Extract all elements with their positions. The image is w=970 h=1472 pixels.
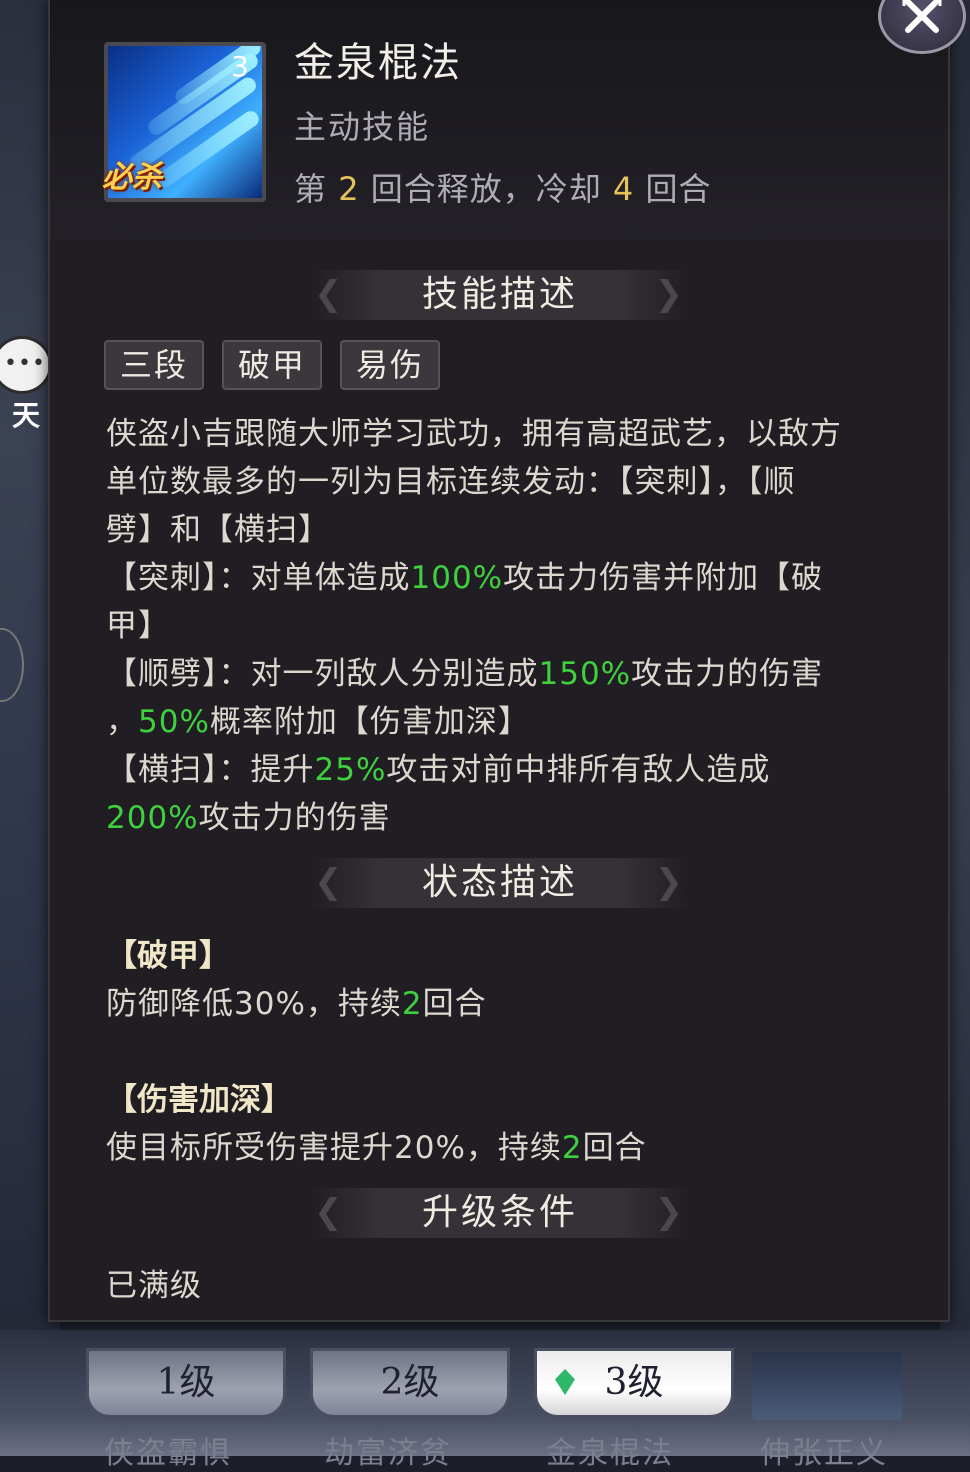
description-line: 200%攻击力的伤害 xyxy=(106,800,391,836)
ornament-right-icon: ❯ xyxy=(654,1192,686,1232)
section-header-upgrade: ❮ 升级条件 ❯ xyxy=(310,1188,690,1238)
close-icon xyxy=(902,0,942,33)
status-text: 防御降低30%，持续2回合 xyxy=(106,986,487,1022)
skill-cast-info: 第 2 回合释放，冷却 4 回合 xyxy=(294,170,712,208)
ornament-left-icon: ❮ xyxy=(314,862,346,902)
description-line: ，50%概率附加【伤害加深】 xyxy=(106,704,530,740)
tab-skill-name: 金泉棍法 xyxy=(546,1436,674,1471)
tag-chip: 易伤 xyxy=(340,340,441,390)
cooldown-rounds: 4 xyxy=(612,170,635,208)
status-name: 【伤害加深】 xyxy=(106,1082,292,1118)
side-label[interactable]: 天 xyxy=(12,394,40,434)
section-header-description: ❮ 技能描述 ❯ xyxy=(310,270,690,320)
ornament-left-icon: ❮ xyxy=(314,274,346,314)
tab-skill-name: 伸张正义 xyxy=(760,1436,888,1471)
section-header-status: ❮ 状态描述 ❯ xyxy=(310,858,690,908)
tag-chip: 三段 xyxy=(104,340,205,390)
tab-level-2[interactable]: 2级 xyxy=(310,1348,510,1418)
tab-level-1[interactable]: 1级 xyxy=(86,1348,286,1418)
tab-skill-name: 侠盗霸惧 xyxy=(104,1436,232,1471)
cast-round: 2 xyxy=(338,170,360,208)
tab-level-3[interactable]: 3级 xyxy=(534,1348,734,1418)
chat-dots-icon: ••• xyxy=(4,351,46,376)
ornament-right-icon: ❯ xyxy=(654,862,686,902)
description-line: 劈】和【横扫】 xyxy=(106,512,330,548)
tab-level-4[interactable] xyxy=(752,1352,902,1420)
skill-name: 金泉棍法 xyxy=(294,40,462,86)
status-name: 【破甲】 xyxy=(106,938,230,974)
skill-level-number: 3 xyxy=(231,50,249,83)
tag-chip: 破甲 xyxy=(222,340,323,390)
description-line: 【顺劈】：对一列敌人分别造成150%攻击力的伤害 xyxy=(106,656,824,692)
description-line: 单位数最多的一列为目标连续发动：【突刺】，【顺 xyxy=(106,464,796,500)
ultimate-badge: 必杀 xyxy=(102,160,162,195)
status-text: 使目标所受伤害提升20%，持续2回合 xyxy=(106,1130,647,1166)
ornament-left-icon: ❮ xyxy=(314,1192,346,1232)
description-line: 甲】 xyxy=(106,608,170,644)
upgrade-status: 已满级 xyxy=(106,1268,202,1304)
skill-type: 主动技能 xyxy=(294,108,431,146)
description-line: 【突刺】：对单体造成100%攻击力伤害并附加【破 xyxy=(106,560,824,596)
ornament-right-icon: ❯ xyxy=(654,274,686,314)
description-line: 侠盗小吉跟随大师学习武功，拥有高超武艺，以敌方 xyxy=(106,416,842,452)
gem-icon xyxy=(555,1369,575,1395)
description-line: 【横扫】：提升25%攻击对前中排所有敌人造成 xyxy=(106,752,771,788)
tab-skill-name: 劫富济贫 xyxy=(324,1436,452,1471)
